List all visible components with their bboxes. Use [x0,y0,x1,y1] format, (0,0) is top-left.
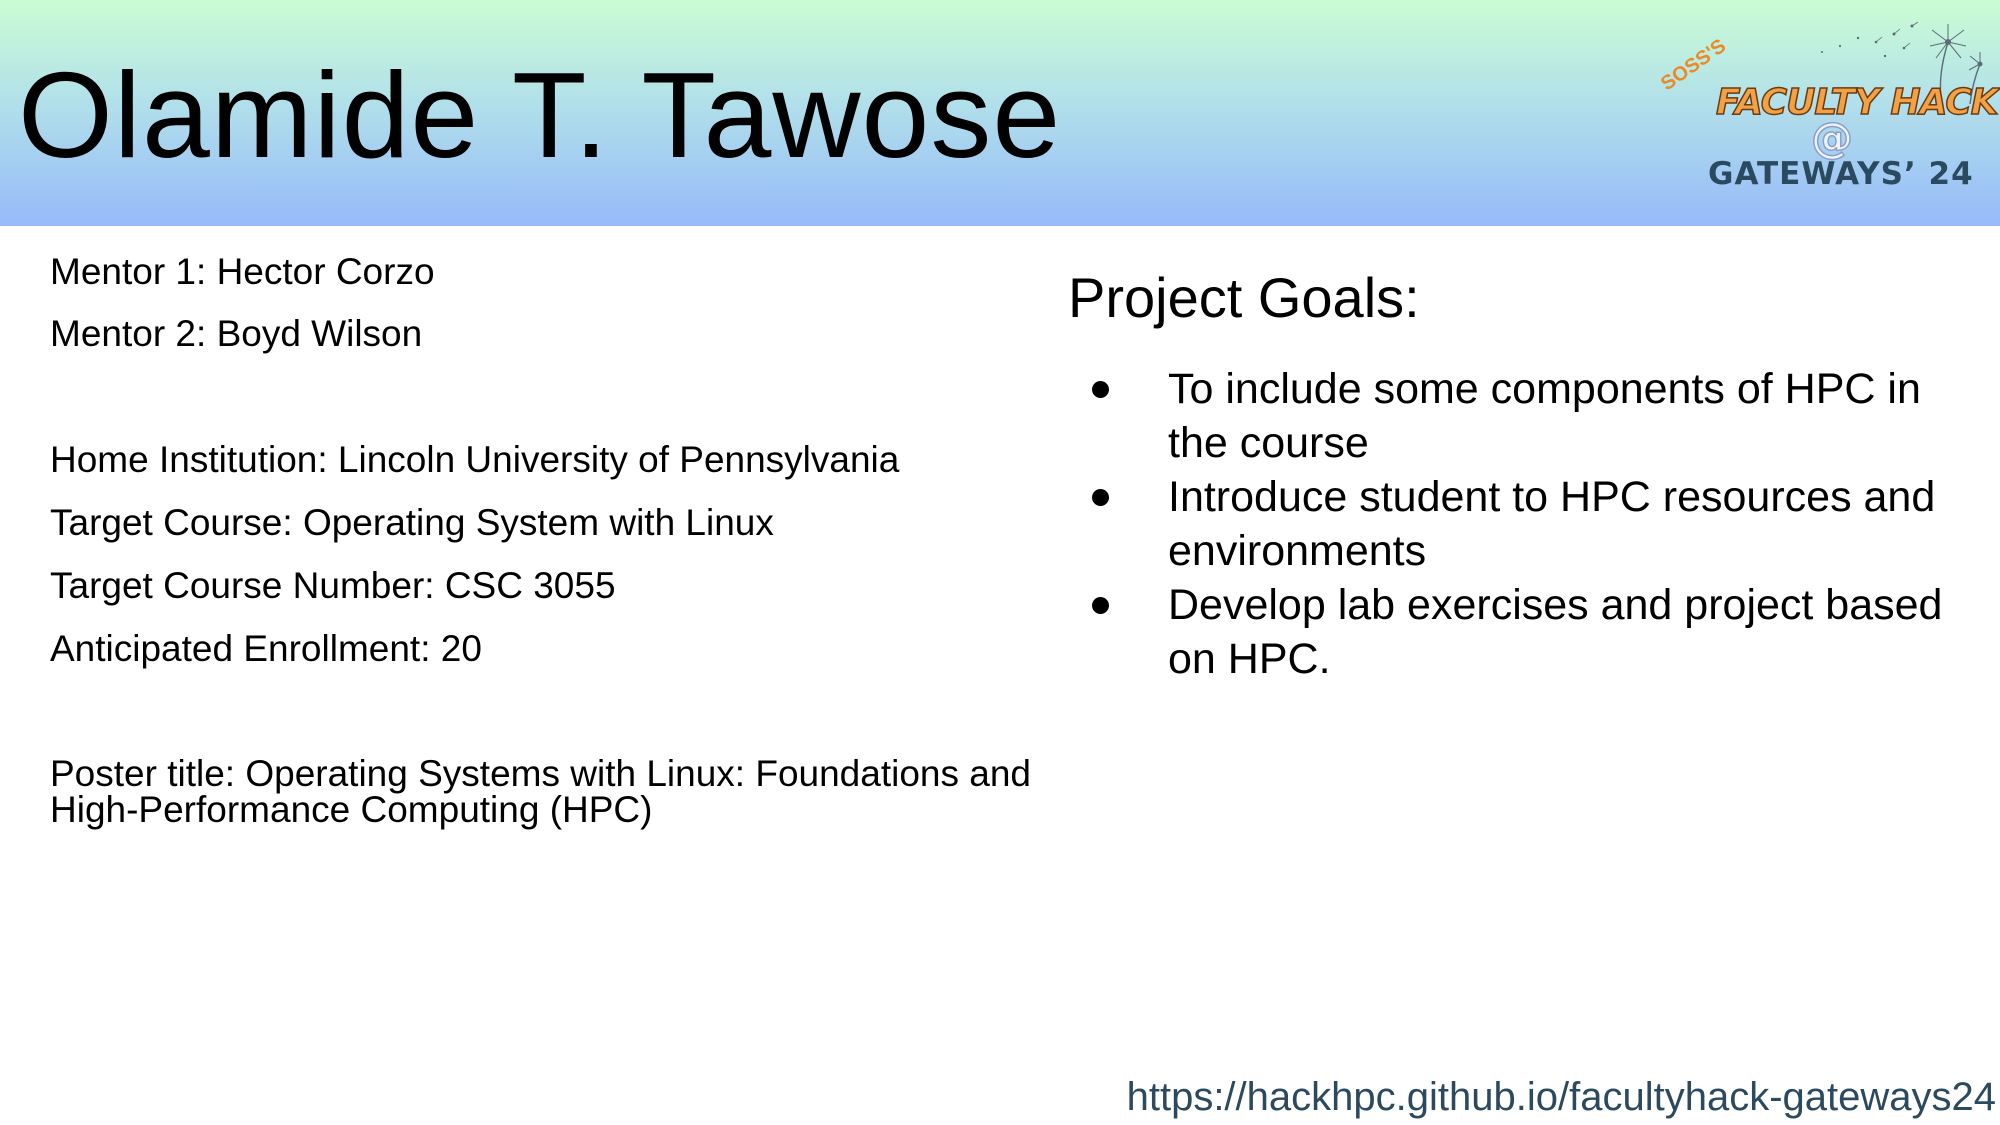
logo-at-symbol: @ [1810,113,1854,162]
goals-list: To include some components of HPC in the… [1068,362,1968,686]
goal-item: To include some components of HPC in the… [1068,362,1968,470]
goal-item: Develop lab exercises and project based … [1068,578,1968,686]
goals-heading: Project Goals: [1068,266,1420,329]
mentor-1: Mentor 1: Hector Corzo [50,251,435,292]
mentor-2: Mentor 2: Boyd Wilson [50,313,423,354]
target-course-number: Target Course Number: CSC 3055 [50,565,616,606]
bullet-icon [1092,597,1109,614]
project-goals: Project Goals: To include some component… [1068,262,1968,683]
logo-wordmark: FACULTY HACK [1715,81,1999,124]
target-course: Target Course: Operating System with Lin… [50,502,774,543]
footer-url-link[interactable]: https://hackhpc.github.io/facultyhack-ga… [1127,1072,1996,1122]
home-institution: Home Institution: Lincoln University of … [50,439,900,480]
faculty-hack-logo: SOSS'S FACULTY HACK @ GATEWAYS’ 24 [1657,12,1999,197]
goal-text: To include some components of HPC in the… [1168,365,1921,467]
poster-title: Poster title: Operating Systems with Lin… [50,753,1032,830]
goal-text: Introduce student to HPC resources and e… [1168,473,1936,575]
anticipated-enrollment: Anticipated Enrollment: 20 [50,628,482,669]
goal-item: Introduce student to HPC resources and e… [1068,470,1968,578]
bullet-icon [1092,489,1109,506]
goal-text: Develop lab exercises and project based … [1168,581,1943,683]
logo-event-name: GATEWAYS’ 24 [1708,156,1974,192]
title-banner: Olamide T. Tawose SOSS'S FACULTY HACK @ … [0,0,2000,226]
slide-title: Olamide T. Tawose [18,47,1062,183]
bullet-icon [1092,381,1109,398]
